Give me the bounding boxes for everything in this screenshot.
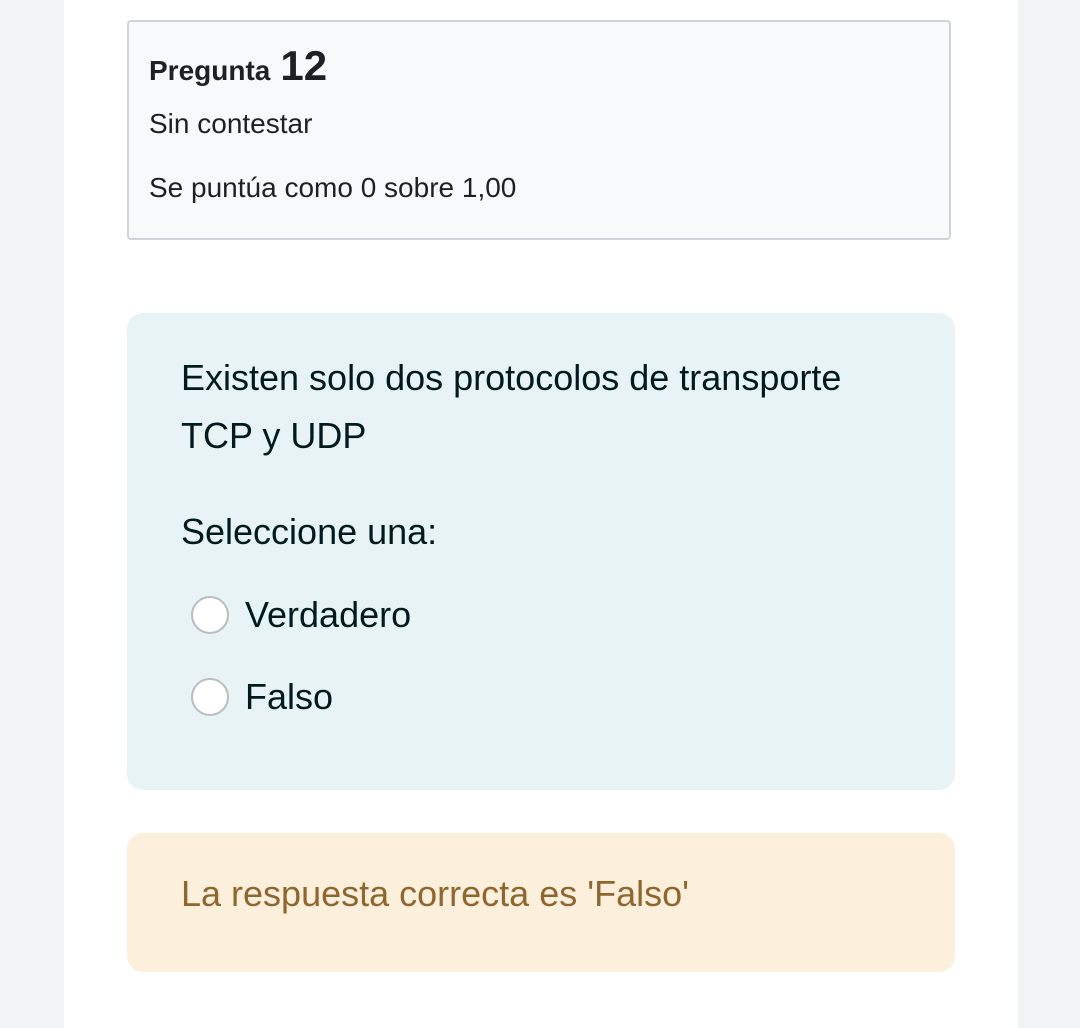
question-label: Pregunta xyxy=(149,55,271,86)
question-state: Sin contestar xyxy=(149,108,313,139)
question-grade: Se puntúa como 0 sobre 1,00 xyxy=(149,172,517,203)
answer-options: Verdadero Falso xyxy=(181,583,901,729)
answer-prompt: Seleccione una: xyxy=(181,511,438,552)
option-verdadero-label[interactable]: Verdadero xyxy=(245,594,411,636)
question-info-box: Pregunta 12 Sin contestar Se puntúa como… xyxy=(127,20,951,240)
page-content: Pregunta 12 Sin contestar Se puntúa como… xyxy=(64,0,1018,1028)
radio-verdadero[interactable] xyxy=(191,596,229,634)
question-number: 12 xyxy=(280,42,328,89)
question-text-line-1: Existen solo dos protocolos de transport… xyxy=(181,357,842,398)
option-verdadero[interactable]: Verdadero xyxy=(181,583,901,647)
right-answer-text: La respuesta correcta es 'Falso' xyxy=(181,873,689,914)
question-text: Existen solo dos protocolos de transport… xyxy=(181,349,901,465)
question-text-line-2: TCP y UDP xyxy=(181,415,367,456)
question-number-heading: Pregunta 12 xyxy=(149,42,929,90)
option-falso-label[interactable]: Falso xyxy=(245,676,333,718)
radio-falso[interactable] xyxy=(191,678,229,716)
question-formulation: Existen solo dos protocolos de transport… xyxy=(127,313,955,790)
right-answer-feedback: La respuesta correcta es 'Falso' xyxy=(127,833,955,972)
option-falso[interactable]: Falso xyxy=(181,665,901,729)
